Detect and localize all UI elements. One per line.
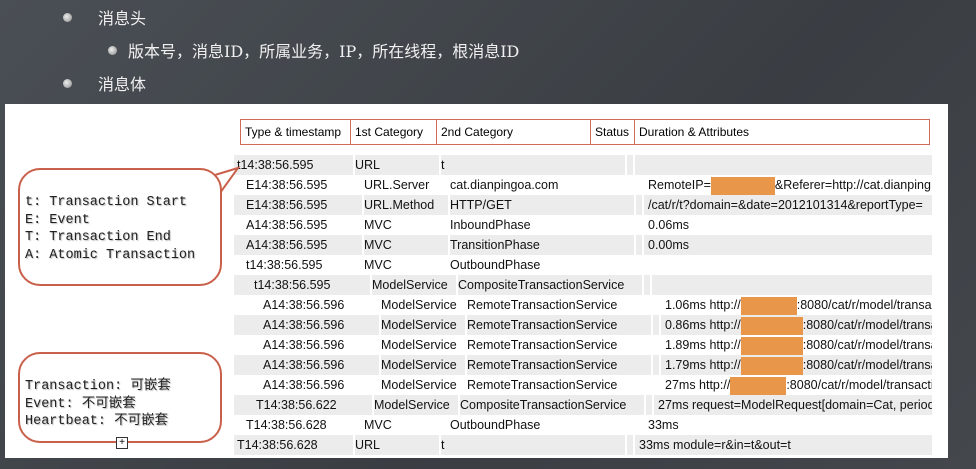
nesting-callout: Transaction: 可嵌套 Event: 不可嵌套 Heartbeat: … (18, 352, 222, 443)
type-legend-callout: t: Transaction Start E: Event T: Transac… (18, 168, 222, 286)
legend-e: E: Event (25, 212, 90, 228)
nesting-heartbeat: Heartbeat: 不可嵌套 (25, 414, 169, 429)
nesting-transaction: Transaction: 可嵌套 (25, 379, 171, 394)
legend-t: t: Transaction Start (25, 195, 188, 210)
resize-handle-icon[interactable]: + (116, 437, 128, 449)
nesting-event: Event: 不可嵌套 (25, 396, 136, 412)
legend-a: A: Atomic Transaction (25, 247, 196, 263)
legend-T: T: Transaction End (25, 230, 171, 245)
